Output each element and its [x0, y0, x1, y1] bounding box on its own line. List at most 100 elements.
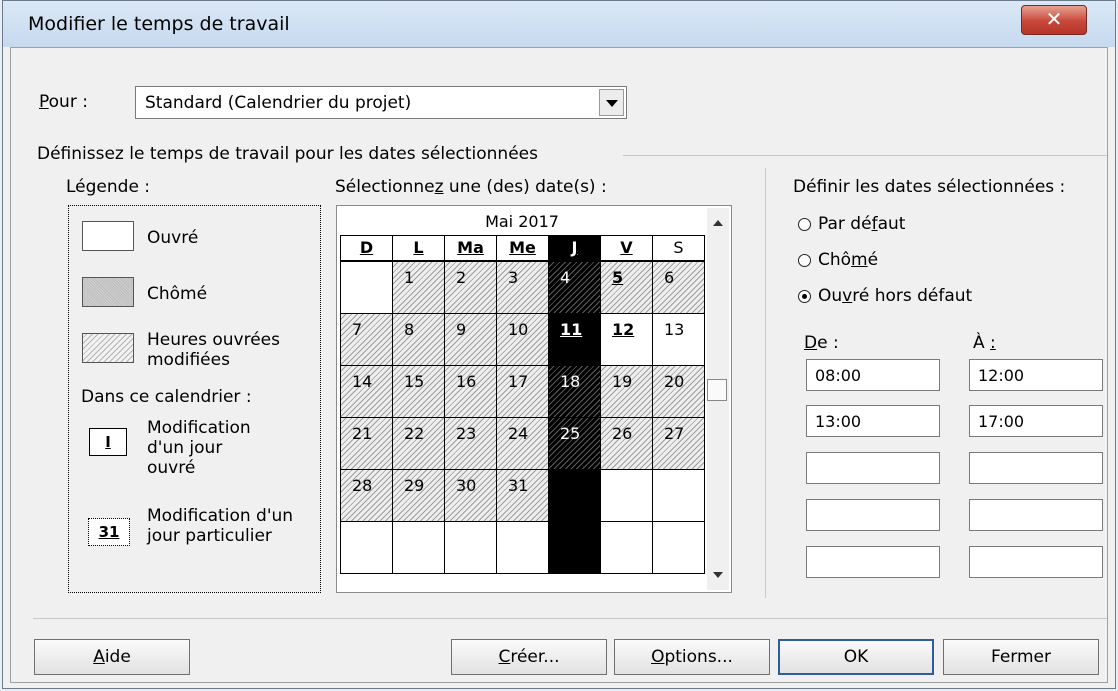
pour-label: Pour : [39, 92, 88, 112]
calendar-day-cell[interactable]: 2 [444, 261, 497, 314]
from-time-1[interactable]: 08:00 [806, 359, 940, 391]
calendar-day-cell[interactable]: 28 [340, 469, 393, 522]
calendar-day-cell[interactable]: 9 [444, 313, 497, 366]
dialog-window: Modifier le temps de travail ✕ Pour : St… [2, 0, 1116, 689]
calendar-day-cell[interactable]: 4 [548, 261, 601, 314]
close-button[interactable]: ✕ [1021, 5, 1087, 35]
to-time-5[interactable] [969, 546, 1103, 578]
calendar-day-cell[interactable]: 5 [600, 261, 653, 314]
calendar-day-cell[interactable]: 22 [392, 417, 445, 470]
from-time-3[interactable] [806, 452, 940, 484]
to-time-4[interactable] [969, 499, 1103, 531]
calendar-day-cell[interactable]: 3 [496, 261, 549, 314]
calendar-header-v[interactable]: V [600, 235, 653, 261]
calendar-day-number: 31 [508, 476, 529, 495]
calendar-day-cell[interactable]: 11 [548, 313, 601, 366]
calendar-day-number: 15 [404, 372, 425, 391]
calendar-day-cell[interactable]: 13 [652, 313, 705, 366]
scroll-down-icon[interactable] [713, 572, 723, 578]
calendar-day-number: 30 [456, 476, 477, 495]
legend-title: Légende : [66, 177, 151, 197]
radio-par-defaut-circle[interactable] [798, 218, 811, 231]
calendar-header-me[interactable]: Me [496, 235, 549, 261]
from-time-2[interactable]: 13:00 [806, 405, 940, 437]
calendar-day-cell[interactable]: 30 [444, 469, 497, 522]
calendar-scrollbar[interactable] [707, 208, 729, 590]
calendar-day-cell[interactable]: 1 [392, 261, 445, 314]
calendar-day-cell[interactable] [496, 521, 549, 574]
legend-dans-ce-calendrier: Dans ce calendrier : [81, 387, 252, 407]
calendar-day-cell[interactable]: 25 [548, 417, 601, 470]
calendar-day-cell[interactable]: 20 [652, 365, 705, 418]
calendar-day-cell[interactable] [340, 521, 393, 574]
calendar-day-cell[interactable]: 12 [600, 313, 653, 366]
scroll-up-icon[interactable] [713, 220, 723, 226]
from-time-4[interactable] [806, 499, 940, 531]
calendar-day-cell[interactable] [340, 261, 393, 314]
calendar-header-s[interactable]: S [652, 235, 705, 261]
calendar-day-number: 29 [404, 476, 425, 495]
to-time-3[interactable] [969, 452, 1103, 484]
calendar-day-number: 1 [404, 268, 415, 287]
chevron-down-icon[interactable] [599, 89, 624, 116]
calendar-day-cell[interactable] [652, 469, 705, 522]
calendar-select[interactable]: Standard (Calendrier du projet) [135, 86, 627, 119]
ok-button[interactable]: OK [778, 639, 934, 675]
calendar-day-cell[interactable]: 21 [340, 417, 393, 470]
calendar-header-ma[interactable]: Ma [444, 235, 497, 261]
create-button[interactable]: Créer... [451, 639, 607, 675]
radio-chome-circle[interactable] [798, 254, 811, 267]
calendar-day-cell[interactable]: 6 [652, 261, 705, 314]
calendar-header-d[interactable]: D [340, 235, 393, 261]
calendar-header-l[interactable]: L [392, 235, 445, 261]
title-bar[interactable]: Modifier le temps de travail ✕ [3, 1, 1115, 47]
calendar-day-cell[interactable]: 31 [496, 469, 549, 522]
calendar-day-cell[interactable]: 19 [600, 365, 653, 418]
calendar-day-number: 26 [612, 424, 633, 443]
scrollbar-thumb[interactable] [707, 379, 727, 401]
calendar-day-cell[interactable] [548, 521, 601, 574]
to-time-2[interactable]: 17:00 [969, 405, 1103, 437]
calendar-select-value: Standard (Calendrier du projet) [145, 93, 412, 113]
options-button[interactable]: Options... [614, 639, 770, 675]
calendar-day-cell[interactable]: 27 [652, 417, 705, 470]
calendar-day-cell[interactable]: 15 [392, 365, 445, 418]
legend-label-modif-jour-particulier: Modification d'un jour particulier [147, 506, 294, 546]
calendar-day-number: 21 [352, 424, 373, 443]
calendar-grid[interactable]: Mai 2017 D L Ma Me J V S 1 2 3 4 5 6 7 8 9 10 11 12 13 14 15 1… [340, 209, 705, 589]
calendar-day-cell[interactable] [392, 521, 445, 574]
calendar-day-number: 19 [612, 372, 633, 391]
calendar-day-number: 8 [404, 320, 415, 339]
calendar-day-cell[interactable] [600, 521, 653, 574]
radio-ouvre-hors-defaut-circle[interactable] [798, 290, 811, 303]
calendar-day-number: 11 [560, 320, 583, 339]
calendar-day-number: 7 [352, 320, 363, 339]
calendar-day-cell[interactable]: 14 [340, 365, 393, 418]
help-button[interactable]: Aide [34, 639, 190, 675]
calendar-day-cell[interactable] [548, 469, 601, 522]
calendar-day-cell[interactable] [444, 521, 497, 574]
calendar-day-cell[interactable] [600, 469, 653, 522]
calendar-day-number: 6 [664, 268, 675, 287]
close-dialog-button[interactable]: Fermer [943, 639, 1099, 675]
calendar-day-cell[interactable]: 23 [444, 417, 497, 470]
calendar-day-cell[interactable]: 8 [392, 313, 445, 366]
from-time-5[interactable] [806, 546, 940, 578]
calendar-day-cell[interactable]: 10 [496, 313, 549, 366]
calendar-day-cell[interactable]: 7 [340, 313, 393, 366]
calendar-day-cell[interactable]: 29 [392, 469, 445, 522]
window-title: Modifier le temps de travail [28, 13, 290, 35]
to-time-1[interactable]: 12:00 [969, 359, 1103, 391]
bottom-separator [33, 618, 1107, 619]
calendar-day-cell[interactable]: 16 [444, 365, 497, 418]
calendar-day-number: 23 [456, 424, 477, 443]
calendar-day-number: 25 [560, 424, 581, 443]
calendar-day-cell[interactable]: 18 [548, 365, 601, 418]
calendar-day-number: 13 [664, 320, 685, 339]
calendar-day-cell[interactable] [652, 521, 705, 574]
calendar-day-cell[interactable]: 26 [600, 417, 653, 470]
calendar-day-cell[interactable]: 24 [496, 417, 549, 470]
calendar-day-cell[interactable]: 17 [496, 365, 549, 418]
calendar-day-number: 22 [404, 424, 425, 443]
calendar-header-j[interactable]: J [548, 235, 601, 261]
